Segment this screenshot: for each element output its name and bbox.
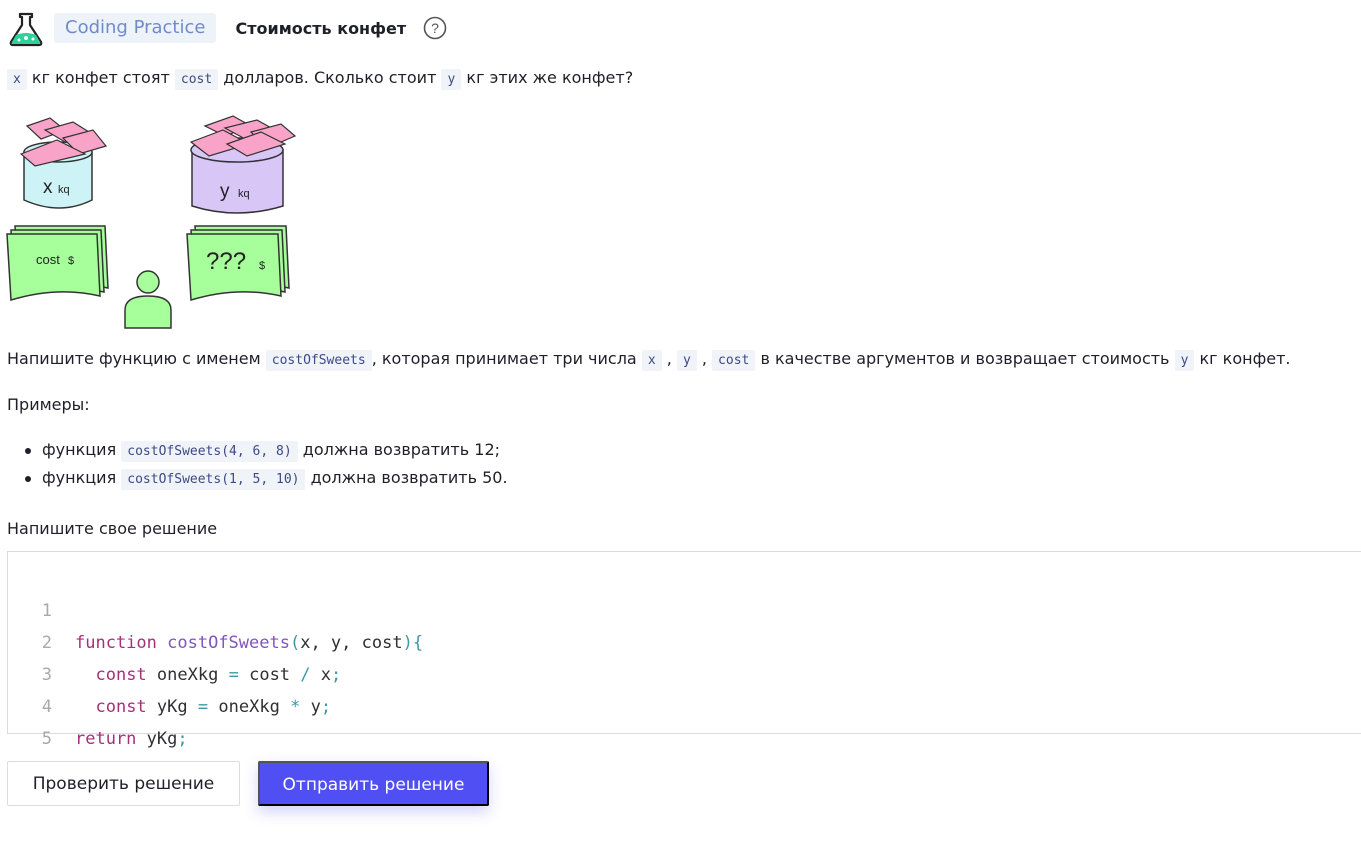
list-item: функция costOfSweets(1, 5, 10) должна во… [24, 464, 508, 492]
intro-part1: кг конфет стоят [31, 68, 170, 87]
check-solution-button[interactable]: Проверить решение [7, 761, 240, 806]
example-call: costOfSweets(1, 5, 10) [121, 469, 306, 490]
code-token: = [228, 665, 239, 685]
money-unknown: ??? $ [186, 225, 290, 301]
code-line[interactable]: 2 const oneXkg = cost / x; [8, 595, 342, 685]
code-token: / [300, 665, 311, 685]
example-suffix: должна возвратить 50. [310, 468, 508, 487]
jar-y: y kq [189, 115, 297, 214]
svg-text:?: ? [431, 20, 439, 36]
task-part4: кг конфет. [1199, 349, 1291, 368]
example-suffix: должна возвратить 12; [302, 440, 501, 459]
code-token: ; [320, 697, 332, 717]
page-title: Стоимость конфет [235, 18, 407, 38]
solution-label: Напишите свое решение [7, 519, 218, 538]
jar-x: x kq [19, 117, 108, 209]
task-text: Напишите функцию с именем costOfSweets, … [7, 347, 1291, 373]
jar-y-var: y [220, 181, 230, 202]
examples-list: функция costOfSweets(4, 6, 8) должна воз… [24, 436, 508, 492]
code-token: function [75, 633, 157, 653]
code-y: y [441, 69, 462, 90]
jar-y-unit: kq [238, 188, 250, 200]
code-cost: cost [174, 69, 219, 90]
help-icon[interactable]: ? [423, 16, 447, 40]
code-token: ; [331, 665, 342, 685]
jar-x-unit: kq [58, 184, 70, 196]
code-token: yKg [156, 697, 188, 717]
course-badge[interactable]: Coding Practice [54, 13, 217, 43]
code-ret-y: y [1174, 350, 1195, 371]
code-token: ) [402, 633, 413, 653]
money-cost-label: cost [36, 252, 60, 267]
code-token: * [290, 697, 301, 717]
header: Coding Practice Стоимость конфет ? [6, 9, 447, 47]
task-part3: в качестве аргументов и возвращает стоим… [760, 349, 1170, 368]
code-arg-cost: cost [712, 350, 756, 371]
code-token: costOfSweets [167, 633, 290, 653]
task-comma1: , [666, 349, 672, 368]
code-line[interactable]: 4 return yKg; [8, 659, 188, 749]
code-line[interactable]: 5 } [8, 691, 86, 781]
code-x: x [7, 69, 27, 90]
task-comma2: , [701, 349, 707, 368]
money-unknown-unit: $ [259, 260, 265, 272]
example-call: costOfSweets(4, 6, 8) [121, 441, 298, 462]
code-token: ; [177, 729, 188, 749]
code-token: const [95, 697, 147, 717]
candy-illustration: x kq y kq cost $ ??? $ [6, 115, 297, 329]
code-token: x, y, cost [300, 633, 403, 653]
code-token: return [75, 729, 137, 749]
code-line[interactable]: 1 function costOfSweets(x, y, cost){ [8, 563, 423, 653]
money-unknown-label: ??? [206, 248, 246, 275]
money-cost-unit: $ [68, 255, 74, 267]
example-prefix: функция [42, 440, 117, 459]
code-token: = [197, 697, 209, 717]
code-token: y [310, 697, 321, 717]
task-part1: Напишите функцию с именем [7, 349, 261, 368]
code-token: { [412, 633, 424, 653]
code-token: cost [249, 665, 291, 685]
jar-x-var: x [43, 177, 53, 198]
code-token: yKg [146, 729, 178, 749]
intro-text: x кг конфет стоят cost долларов. Сколько… [7, 66, 633, 92]
task-part2: , которая принимает три числа [371, 349, 637, 368]
code-editor[interactable]: 1 function costOfSweets(x, y, cost){ 2 c… [7, 551, 1361, 781]
flask-icon [9, 12, 43, 47]
example-prefix: функция [42, 468, 117, 487]
list-item: функция costOfSweets(4, 6, 8) должна воз… [24, 436, 508, 464]
code-fn-name: costOfSweets [265, 350, 372, 371]
intro-part3: кг этих же конфет? [466, 68, 634, 87]
code-token: ( [289, 633, 301, 653]
code-arg-y: y [676, 350, 697, 371]
code-line[interactable]: 3 const yKg = oneXkg * y; [8, 627, 331, 717]
code-token: const [95, 665, 147, 685]
code-token: oneXkg [218, 697, 280, 717]
submit-solution-button[interactable]: Отправить решение [258, 761, 489, 806]
intro-part2: долларов. Сколько стоит [223, 68, 437, 87]
line-number: 5 [41, 729, 52, 749]
examples-label: Примеры: [7, 395, 90, 414]
person-icon [124, 270, 172, 329]
code-token: oneXkg [156, 665, 219, 685]
code-arg-x: x [641, 350, 662, 371]
code-token: x [320, 665, 332, 685]
money-cost: cost $ [6, 225, 109, 301]
